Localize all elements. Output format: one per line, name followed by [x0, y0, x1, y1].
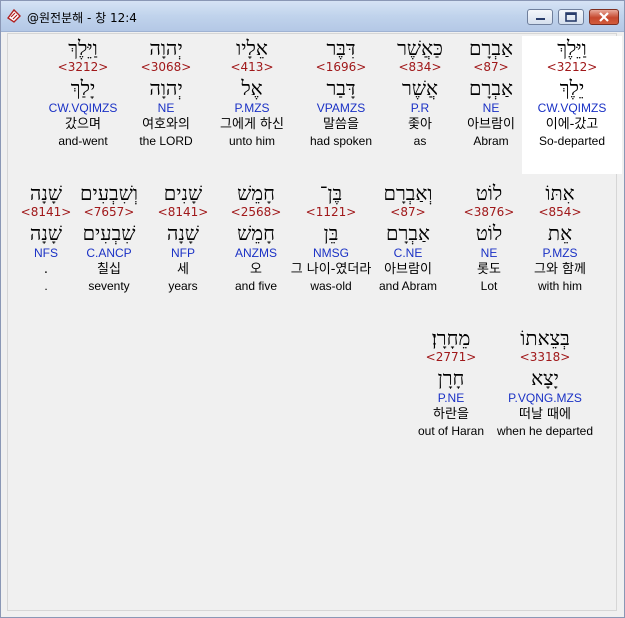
strong-number: <2771>	[425, 350, 477, 364]
strong-number: <3318>	[519, 350, 571, 364]
minimize-icon	[536, 18, 545, 20]
strong-number: <1696>	[315, 60, 367, 74]
hebrew-root: דָּבַר	[326, 76, 356, 100]
strong-number: <3212>	[57, 60, 109, 74]
parsing-code: NFS	[34, 246, 58, 260]
hebrew-word: אֵלָיו	[236, 36, 268, 60]
maximize-icon	[565, 12, 577, 22]
hebrew-word: בְּצֵאתוֹ	[520, 326, 570, 350]
english-gloss: when he departed	[496, 424, 594, 438]
word-column[interactable]: אֵלָיו <413> אֶל P.MZS 그에게 하신 unto him	[202, 36, 302, 174]
title-bar[interactable]: @원전분해 - 창 12:4	[1, 1, 624, 32]
window-title: @원전분해 - 창 12:4	[27, 11, 137, 25]
parsing-code: P.MZS	[234, 101, 270, 115]
hebrew-root: שָׁנָה	[29, 221, 63, 245]
strong-number: <8141>	[20, 205, 72, 219]
parsing-code: CW.VQIMZS	[48, 101, 118, 115]
korean-gloss: 갔으며	[65, 117, 101, 132]
hebrew-word: וַיֵּלֶךְ	[68, 36, 98, 60]
korean-gloss: .	[43, 262, 49, 277]
hebrew-word: שָׁנָה	[29, 181, 63, 205]
parsing-code: P.VQNG.MZS	[508, 391, 582, 405]
korean-gloss: 그에게 하신	[220, 117, 284, 132]
hebrew-root: אֶל	[241, 76, 263, 100]
strong-number: <413>	[230, 60, 274, 74]
english-gloss: .	[44, 279, 48, 293]
bible-icon	[6, 8, 22, 24]
hebrew-root: חָרָן	[437, 366, 465, 390]
korean-gloss: 말씀을	[323, 117, 359, 132]
hebrew-root: יָצָא	[531, 366, 559, 390]
app-window: @원전분해 - 창 12:4 וַיֵּלֶךְ <3212> יֵלֶךְ CW.V…	[0, 0, 625, 618]
close-button[interactable]	[589, 9, 619, 25]
word-column[interactable]: בְּצֵאתוֹ <3318> יָצָא P.VQNG.MZS 떠날 때에 when …	[495, 326, 595, 464]
word-column[interactable]: דִּבֶּר <1696> דָּבַר VPAMZS 말씀을 had spoken	[291, 36, 391, 174]
word-column[interactable]: וַיֵּלֶךְ <3212> יָלַךְ CW.VQIMZS 갔으며 and-wen…	[33, 36, 133, 174]
hebrew-word: מֵחָרָן׃	[431, 326, 471, 350]
word-column[interactable]: שָׁנָה <8141> שָׁנָה NFS..	[0, 181, 96, 319]
verse-analysis-panel: וַיֵּלֶךְ <3212> יֵלֶךְ CW.VQIMZS 이에-갔고 So-de…	[7, 33, 622, 611]
minimize-button[interactable]	[527, 9, 553, 25]
parsing-code: P.NE	[437, 391, 465, 405]
maximize-button[interactable]	[558, 9, 584, 25]
hebrew-word: דִּבֶּר	[326, 36, 356, 60]
hebrew-root: יָלַךְ	[70, 76, 96, 100]
korean-gloss: 떠날 때에	[519, 407, 571, 422]
parsing-code: VPAMZS	[316, 101, 366, 115]
english-gloss: and-went	[58, 134, 108, 148]
english-gloss: had spoken	[309, 134, 373, 148]
close-icon	[599, 12, 609, 22]
korean-gloss: 하란을	[433, 407, 469, 422]
word-column[interactable]: מֵחָרָן׃ <2771> חָרָן P.NE 하란을 out of Haran	[401, 326, 501, 464]
english-gloss: out of Haran	[417, 424, 485, 438]
english-gloss: unto him	[228, 134, 276, 148]
